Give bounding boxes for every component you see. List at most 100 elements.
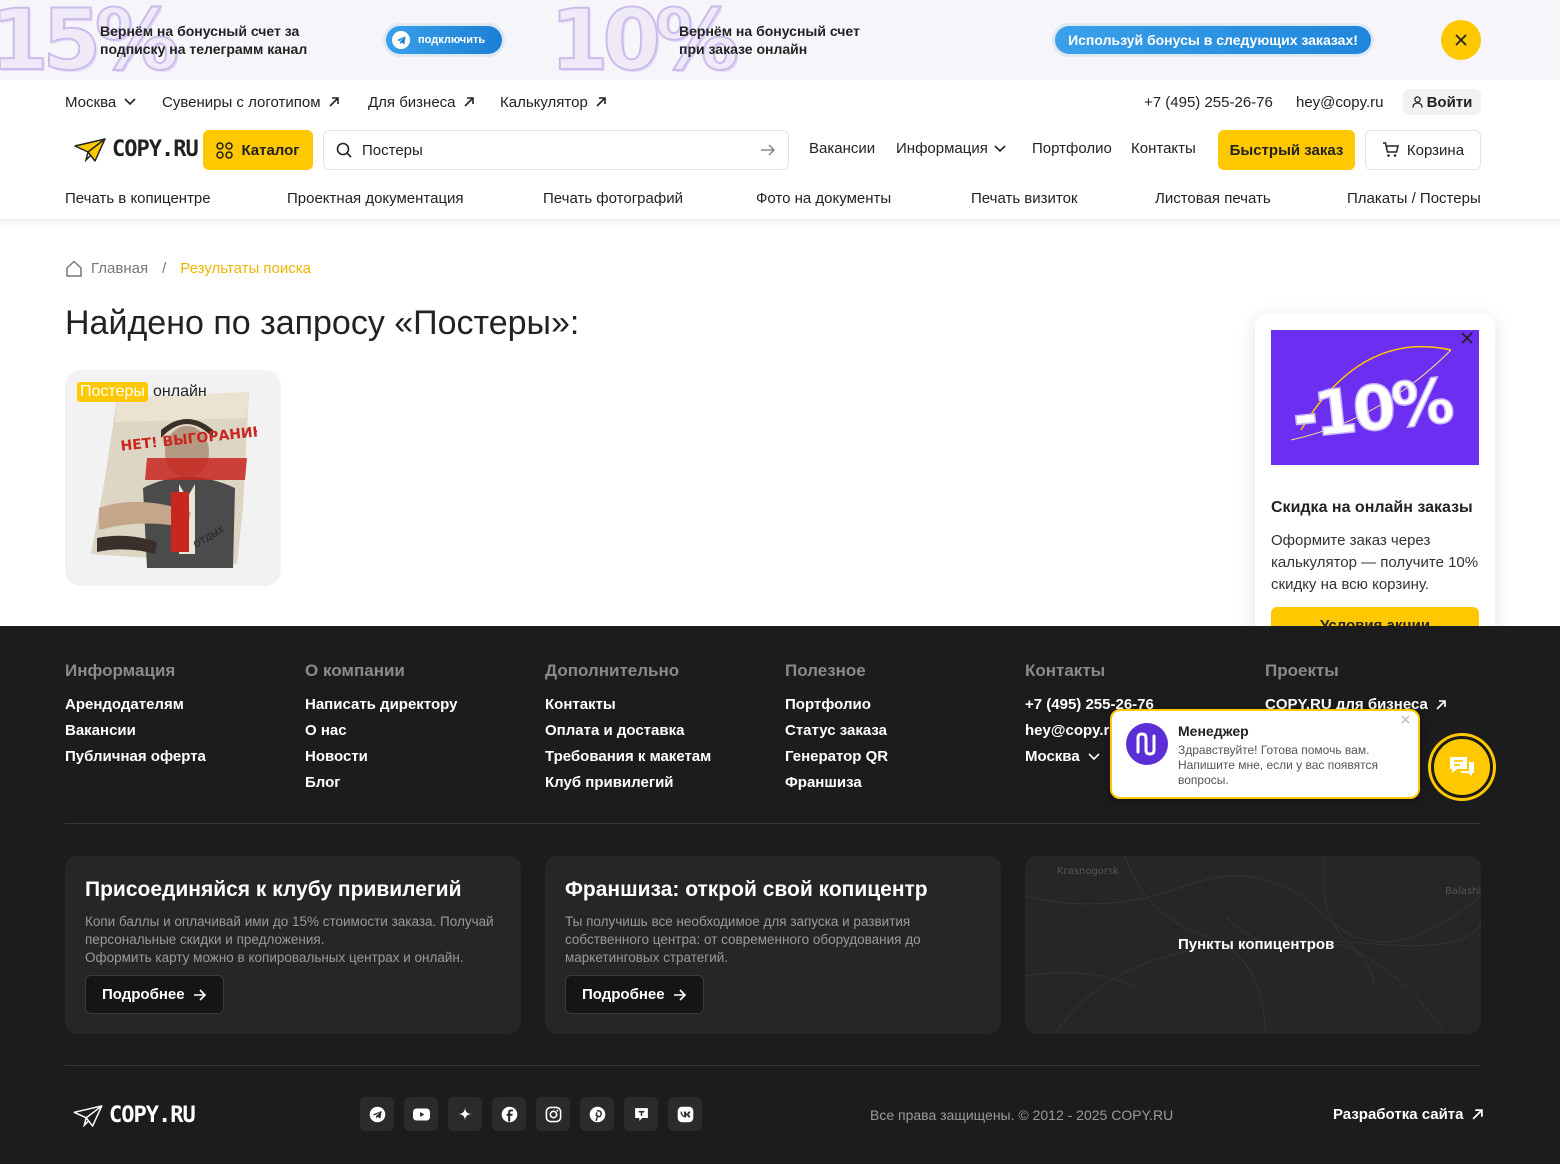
- chat-message: Здравствуйте! Готова помочь вам. Напишит…: [1178, 743, 1379, 787]
- external-arrow-icon: [1436, 699, 1446, 710]
- result-tag-suffix: онлайн: [153, 383, 207, 400]
- footer-link[interactable]: Клуб привилегий: [545, 774, 674, 791]
- external-arrow-icon: [463, 97, 474, 107]
- footer-link[interactable]: Публичная оферта: [65, 748, 206, 765]
- chevron-down-icon: [1088, 752, 1100, 760]
- manager-avatar: [1126, 723, 1168, 765]
- nav-info-label: Информация: [896, 140, 988, 157]
- vk-icon[interactable]: [668, 1097, 702, 1131]
- pinterest-icon[interactable]: [580, 1097, 614, 1131]
- footer-logo[interactable]: COPY.RU: [73, 1103, 196, 1128]
- promo-banner: 15% Вернём на бонусный счет за подписку …: [0, 0, 1560, 80]
- footer-link[interactable]: О нас: [305, 722, 347, 739]
- franchise-description: Ты получишь все необходимое для запуска …: [565, 914, 921, 965]
- cart-button[interactable]: Корзина: [1365, 130, 1481, 170]
- cart-label: Корзина: [1406, 141, 1465, 159]
- footer-col-projects-title: Проекты: [1265, 661, 1339, 680]
- nav-portfolio[interactable]: Портфолио: [1032, 140, 1112, 157]
- business-label: Для бизнеса: [368, 93, 456, 111]
- category-photo-print[interactable]: Печать фотографий: [543, 190, 683, 207]
- popup-close-button[interactable]: [1459, 330, 1475, 346]
- telegram-connect-button[interactable]: подключить: [386, 26, 502, 54]
- arrow-right-icon: [193, 988, 206, 1001]
- nav-contacts[interactable]: Контакты: [1131, 140, 1196, 157]
- footer-link[interactable]: Арендодателям: [65, 696, 184, 713]
- club-more-button[interactable]: Подробнее: [85, 975, 224, 1014]
- chat-open-button[interactable]: [1431, 736, 1493, 798]
- nav-vacancies[interactable]: Вакансии: [809, 140, 875, 157]
- franchise-more-label: Подробнее: [582, 986, 665, 1003]
- arrow-right-icon: [673, 988, 686, 1001]
- grid-icon: [216, 141, 234, 159]
- footer-email-link[interactable]: hey@copy.ru: [1025, 722, 1119, 739]
- footer-link[interactable]: Портфолио: [785, 696, 871, 713]
- quick-order-button[interactable]: Быстрый заказ: [1218, 130, 1355, 170]
- catalog-label: Каталог: [241, 141, 300, 159]
- promo-close-button[interactable]: [1441, 20, 1481, 60]
- footer-link[interactable]: Франшиза: [785, 774, 862, 791]
- search-input[interactable]: [362, 141, 750, 159]
- nav-info[interactable]: Информация: [896, 140, 1006, 157]
- category-document-photo[interactable]: Фото на документы: [756, 190, 891, 207]
- footer-link[interactable]: Генератор QR: [785, 748, 888, 765]
- breadcrumb-home[interactable]: Главная: [91, 260, 148, 277]
- category-copy-center[interactable]: Печать в копицентре: [65, 190, 211, 207]
- login-label: Войти: [1426, 93, 1473, 111]
- footer-col-info-title: Информация: [65, 661, 176, 680]
- souvenirs-link[interactable]: Сувениры с логотипом: [162, 92, 339, 112]
- logo[interactable]: COPY.RU: [74, 137, 199, 162]
- category-posters[interactable]: Плакаты / Постеры: [1347, 190, 1481, 207]
- use-bonuses-button[interactable]: Используй бонусы в следующих заказах!: [1055, 26, 1371, 54]
- poster-overlay: НЕТ! ВЫГОРАНИЮ ОТДЫХ: [120, 423, 257, 551]
- site-development-link[interactable]: Разработка сайта: [1333, 1106, 1483, 1123]
- telegram-icon[interactable]: [360, 1097, 394, 1131]
- poster-word: ОТДЫХ: [192, 525, 226, 551]
- footer-logo-text: COPY.RU: [109, 1103, 196, 1128]
- promo-telegram-text: Вернём на бонусный счет за подписку на т…: [100, 23, 308, 57]
- chat-popup[interactable]: Менеджер Здравствуйте! Готова помочь вам…: [1110, 709, 1420, 799]
- paper-plane-icon: [74, 137, 106, 162]
- calculator-link[interactable]: Калькулятор: [500, 92, 606, 112]
- user-icon: [1411, 96, 1423, 108]
- site-development-label: Разработка сайта: [1333, 1106, 1464, 1123]
- search-box[interactable]: [323, 130, 789, 170]
- footer-link[interactable]: Оплата и доставка: [545, 722, 684, 739]
- login-button[interactable]: Войти: [1403, 89, 1481, 115]
- footer-link[interactable]: Блог: [305, 774, 341, 791]
- phone-link[interactable]: +7 (495) 255-26-76: [1144, 92, 1273, 112]
- business-link[interactable]: Для бизнеса: [368, 92, 474, 112]
- zen-icon[interactable]: [448, 1097, 482, 1131]
- copyright-text: Все права защищены. © 2012 - 2025 COPY.R…: [870, 1107, 1174, 1123]
- instagram-icon[interactable]: [536, 1097, 570, 1131]
- home-icon[interactable]: [65, 260, 83, 277]
- souvenirs-label: Сувениры с логотипом: [162, 93, 321, 111]
- cart-icon: [1382, 142, 1399, 157]
- franchise-more-button[interactable]: Подробнее: [565, 975, 704, 1014]
- footer-link[interactable]: Контакты: [545, 696, 616, 713]
- footer-link[interactable]: Требования к макетам: [545, 748, 711, 765]
- tenchat-icon[interactable]: [624, 1097, 658, 1131]
- footer-link[interactable]: Написать директору: [305, 696, 457, 713]
- email-link[interactable]: hey@copy.ru: [1296, 92, 1384, 112]
- footer-link[interactable]: Вакансии: [65, 722, 136, 739]
- footer-col-company-title: О компании: [305, 661, 405, 680]
- external-arrow-icon: [328, 97, 339, 107]
- map-card[interactable]: Krasnogorsk Balashikha Пункты копицентро…: [1025, 856, 1481, 1034]
- search-result-card[interactable]: НЕТ! ВЫГОРАНИЮ ОТДЫХ Постеры онлайн: [65, 370, 281, 586]
- category-project-docs[interactable]: Проектная документация: [287, 190, 464, 207]
- footer-city-selector[interactable]: Москва: [1025, 748, 1100, 765]
- footer-link[interactable]: Статус заказа: [785, 722, 887, 739]
- club-more-label: Подробнее: [102, 986, 185, 1003]
- youtube-icon[interactable]: [404, 1097, 438, 1131]
- arrow-right-icon[interactable]: [760, 144, 776, 156]
- catalog-button[interactable]: Каталог: [203, 130, 313, 170]
- page-title: Найдено по запросу «Постеры»:: [65, 304, 580, 342]
- facebook-icon[interactable]: [492, 1097, 526, 1131]
- category-sheet-print[interactable]: Листовая печать: [1155, 190, 1271, 207]
- footer-link[interactable]: Новости: [305, 748, 368, 765]
- city-selector[interactable]: Москва: [65, 92, 136, 112]
- category-business-cards[interactable]: Печать визиток: [971, 190, 1078, 207]
- club-description-text-2: Оформить карту можно в копировальных цен…: [85, 950, 464, 965]
- chat-close-button[interactable]: [1401, 715, 1410, 724]
- telegram-connect-label: подключить: [418, 34, 486, 46]
